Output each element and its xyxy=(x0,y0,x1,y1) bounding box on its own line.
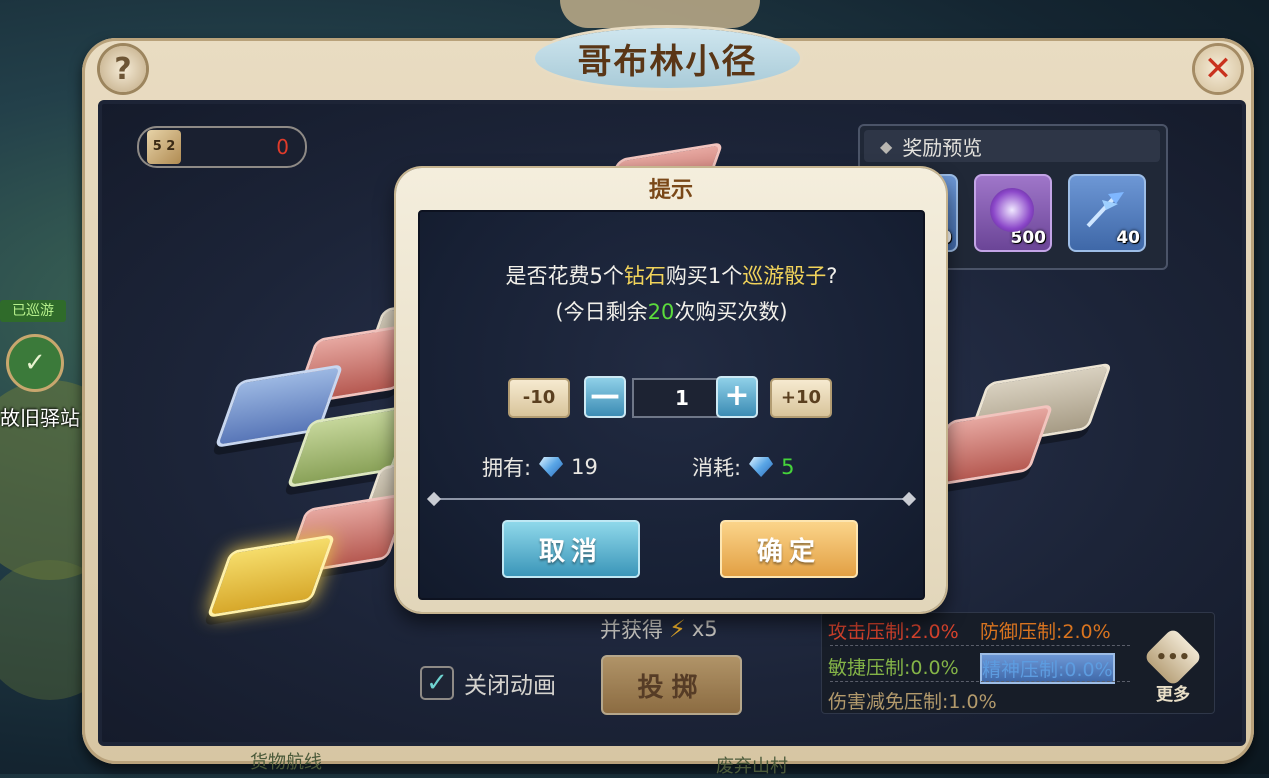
msg-diamond: 钻石 xyxy=(623,264,666,288)
more-button[interactable]: ••• 更多 xyxy=(1143,627,1203,705)
purchase-question: 是否花费5个钻石购买1个巡游骰子? xyxy=(420,260,923,290)
cost-label: 消耗: xyxy=(692,456,742,480)
reward-item[interactable]: 40 xyxy=(1068,174,1146,252)
remaining-purchases: (今日剩余20次购买次数) xyxy=(420,296,923,326)
window-title-plate: 哥布林小径 xyxy=(535,28,800,88)
feather-wand-icon xyxy=(1086,192,1124,228)
plus-button[interactable]: + xyxy=(716,376,758,418)
reward-count: 40 xyxy=(1116,228,1140,248)
dice-counter: 5 2 0 xyxy=(137,126,307,168)
dialog-title: 提示 xyxy=(648,178,693,203)
stat-spirit: 精神压制:0.0% xyxy=(980,653,1115,684)
diamond-icon xyxy=(749,457,774,477)
close-animation-toggle[interactable]: ✓ 关闭动画 xyxy=(420,666,556,700)
minus-button[interactable]: — xyxy=(584,376,626,418)
confirm-button[interactable]: 确定 xyxy=(720,520,858,578)
minus-10-button[interactable]: -10 xyxy=(508,378,570,418)
owned-row: 拥有: 19 xyxy=(482,452,598,482)
roll-button[interactable]: 投掷 xyxy=(601,655,742,715)
plus-10-button[interactable]: +10 xyxy=(770,378,832,418)
dice-icon: 5 2 xyxy=(147,130,181,164)
bolt-icon: ⚡ xyxy=(669,615,686,643)
cost-value: 5 xyxy=(781,455,795,479)
cost-row: 消耗: 5 xyxy=(692,452,794,482)
purple-gem-icon xyxy=(990,188,1034,232)
msg-part: 是否花费5个 xyxy=(505,264,624,288)
msg-dice: 巡游骰子 xyxy=(742,264,827,288)
stat-defense: 防御压制:2.0% xyxy=(980,621,1111,643)
stat-divider xyxy=(830,645,1130,646)
stat-damage-reduction: 伤害减免压制:1.0% xyxy=(828,691,997,713)
msg-part: ? xyxy=(826,264,838,288)
map-label-village: 废弃山村 xyxy=(716,756,788,777)
gain-multiplier: x5 xyxy=(691,617,718,641)
more-glyph: ••• xyxy=(1155,646,1191,668)
cancel-button[interactable]: 取消 xyxy=(502,520,640,578)
owned-label: 拥有: xyxy=(482,456,532,480)
msg-part: (今日剩余 xyxy=(555,300,648,324)
gain-row: 并获得 ⚡ x5 xyxy=(600,614,718,644)
close-animation-label: 关闭动画 xyxy=(464,673,556,699)
more-icon: ••• xyxy=(1143,627,1203,687)
dice-count: 0 xyxy=(276,135,289,159)
stat-agility: 敏捷压制:0.0% xyxy=(828,657,959,679)
reward-item[interactable]: 500 xyxy=(974,174,1052,252)
map-header xyxy=(560,0,760,28)
dialog-body: 是否花费5个钻石购买1个巡游骰子? (今日剩余20次购买次数) -10 — 1 … xyxy=(418,210,925,600)
window-title: 哥布林小径 xyxy=(577,41,758,82)
station-label: 故旧驿站 xyxy=(0,406,80,430)
stat-attack: 攻击压制:2.0% xyxy=(828,621,959,643)
station-badge-icon[interactable]: ✓ xyxy=(6,334,64,392)
toured-tag: 已巡游 xyxy=(0,300,66,322)
close-icon[interactable]: ✕ xyxy=(1195,46,1241,92)
diamond-icon xyxy=(539,457,564,477)
reward-preview-header: ◆ 奖励预览 xyxy=(864,130,1160,162)
owned-value: 19 xyxy=(571,455,598,479)
remaining-count: 20 xyxy=(647,300,675,324)
help-icon[interactable]: ? xyxy=(100,46,146,92)
gain-label: 并获得 xyxy=(600,618,663,642)
stat-divider xyxy=(830,681,1130,682)
close-animation-checkbox[interactable]: ✓ xyxy=(420,666,454,700)
diamond-bullet-icon: ◆ xyxy=(880,136,893,156)
dialog-divider xyxy=(434,498,909,500)
msg-part: 次购买次数) xyxy=(674,300,788,324)
reward-preview-title: 奖励预览 xyxy=(902,135,983,160)
map-label-cargo: 货物航线 xyxy=(250,752,322,773)
purchase-dialog: 提示 是否花费5个钻石购买1个巡游骰子? (今日剩余20次购买次数) -10 —… xyxy=(396,168,946,612)
msg-part: 购买1个 xyxy=(665,264,743,288)
